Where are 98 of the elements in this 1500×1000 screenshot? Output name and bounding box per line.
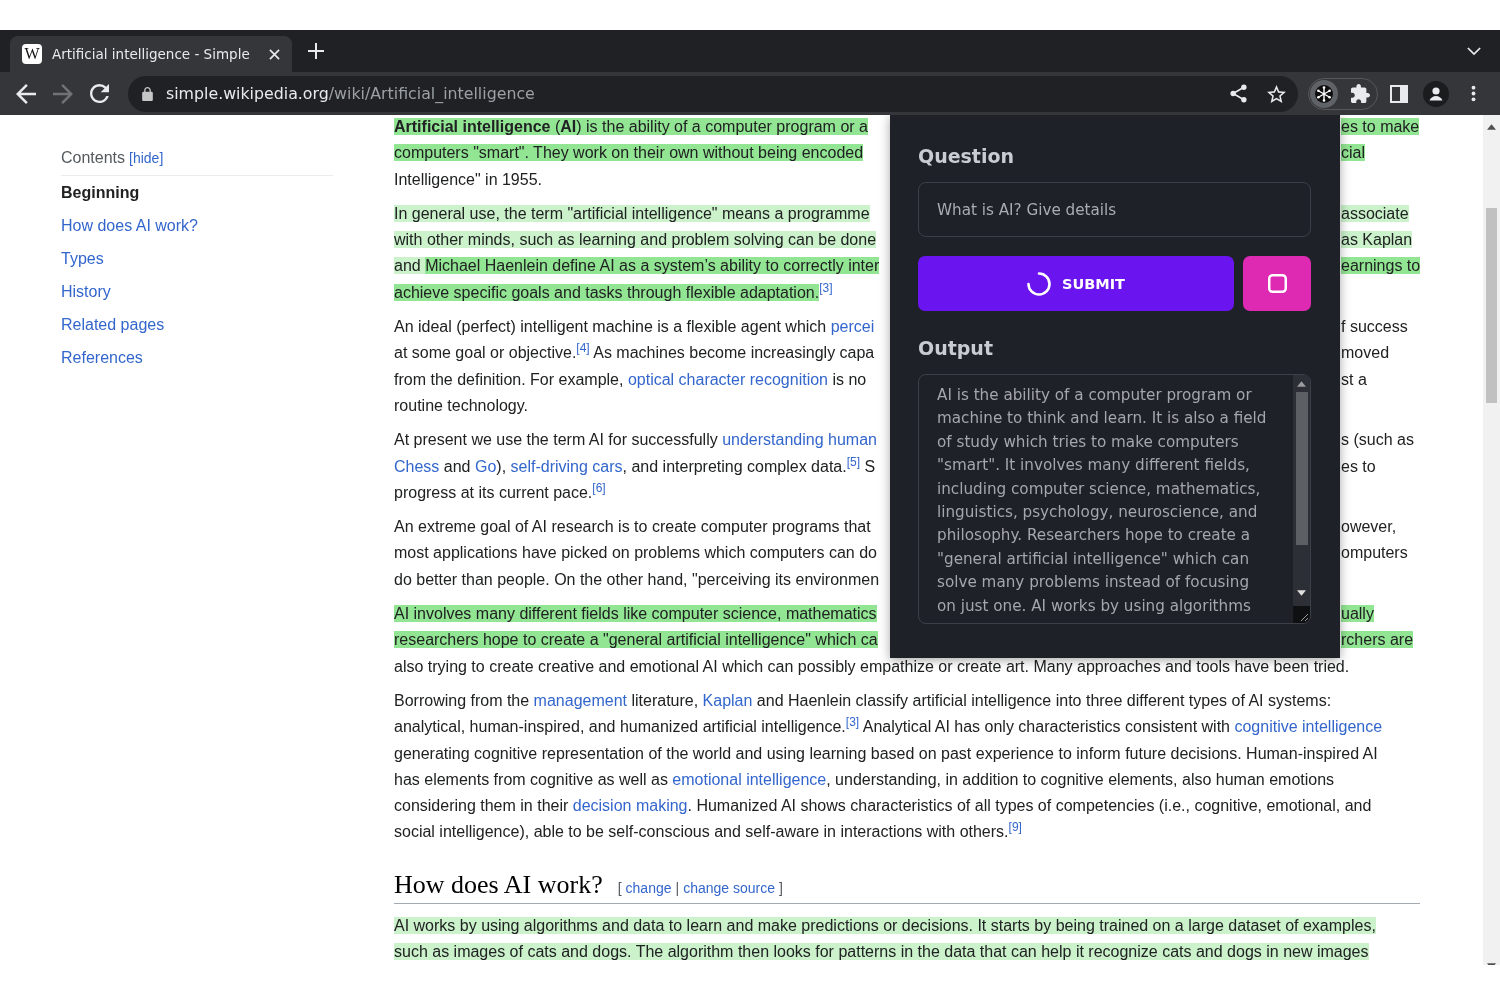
edit-link[interactable]: change	[625, 879, 672, 896]
article-link[interactable]: cognitive intelligence	[1234, 718, 1383, 736]
article-link[interactable]: emotional intelligence	[672, 770, 827, 788]
output-scrollbar[interactable]	[1293, 375, 1310, 623]
article-link[interactable]: understanding human	[722, 431, 877, 449]
caret-down-icon[interactable]	[1297, 590, 1306, 596]
paragraph-text: associate	[1341, 203, 1409, 224]
paragraph-text: do better than people. On the other hand, "perceiving its environmen	[394, 569, 880, 590]
lock-icon	[142, 86, 153, 101]
resize-handle-icon[interactable]	[1293, 606, 1310, 623]
puzzle-icon[interactable]	[1351, 84, 1370, 103]
paragraph-text: rchers are	[1341, 630, 1414, 651]
article-link[interactable]: Chess	[394, 457, 440, 475]
paragraph-text: earnings to	[1341, 256, 1421, 277]
side-panel-icon[interactable]	[1390, 84, 1408, 103]
bracket: [	[617, 879, 622, 896]
share-icon[interactable]	[1230, 84, 1247, 103]
toc-item[interactable]: References	[61, 341, 143, 374]
stop-icon	[1267, 274, 1287, 293]
paragraph-text: AI works by using algorithms and data to learn and make predictions or decisions. It starts by being trained on a large dataset of examples, such as images of cats and dogs. The algorithm then looks for patterns in the data that can help it recognize cats and dogs in new images	[394, 915, 1376, 962]
close-icon[interactable]	[269, 48, 280, 60]
bracket: ]	[779, 879, 783, 896]
toc-item[interactable]: History	[61, 275, 111, 308]
paragraph-text: AI involves many different fields like computer science, mathematics	[394, 604, 877, 625]
paragraph-text: routine technology.	[394, 395, 528, 416]
stop-button[interactable]	[1243, 256, 1311, 311]
caret-up-icon[interactable]	[1487, 124, 1496, 130]
footnote-link[interactable]: [3]	[845, 714, 860, 729]
submit-button[interactable]: SUBMIT	[918, 256, 1234, 311]
paragraph-text: st a	[1341, 369, 1367, 390]
paragraph-text: owever,	[1341, 517, 1397, 538]
page-scrollbar[interactable]	[1483, 115, 1500, 965]
paragraph-text: Artificial intelligence (AI) is the ability of a computer program or a	[394, 117, 868, 137]
footnote-link[interactable]: [3]	[819, 280, 833, 295]
contents-title: Contents	[61, 149, 126, 166]
paragraph-text: most applications have picked on problems which computers can do	[394, 543, 877, 564]
reload-icon[interactable]	[90, 84, 109, 103]
article-link[interactable]: optical character recognition	[627, 370, 828, 388]
chevron-down-icon[interactable]	[1467, 46, 1481, 56]
paragraph-text: Chess and Go), self-driving cars, and interpreting complex data.$^{[5]}$ S	[394, 453, 876, 477]
caret-up-icon[interactable]	[1297, 381, 1306, 387]
separator: |	[675, 879, 680, 896]
browser-tab[interactable]: W Artificial intelligence - Simple	[10, 36, 292, 72]
paragraph-text: f success	[1341, 317, 1408, 338]
footnote-link[interactable]: [6]	[592, 480, 606, 495]
plus-icon[interactable]	[308, 43, 324, 59]
output-label: Output	[918, 336, 993, 361]
paragraph-text: also trying to create creative and emotional AI which can possibly empathize or create art. Many approaches and tools have been tried.	[394, 656, 1350, 677]
paragraph-text: At present we use the term AI for successfully understanding human	[394, 430, 877, 451]
scroll-thumb[interactable]	[1295, 392, 1308, 545]
question-label: Question	[918, 144, 1015, 169]
paragraph-text: and Michael Haenlein define AI as a system’s ability to correctly inter	[394, 256, 880, 277]
paragraph-text: researchers hope to create a "general artificial intelligence" which ca	[394, 630, 878, 651]
paragraph-text: ually	[1341, 604, 1374, 625]
paragraph-text: es to	[1341, 456, 1376, 477]
paragraph-text: from the definition. For example, optical character recognition is no	[394, 369, 867, 390]
star-icon[interactable]	[1267, 84, 1286, 103]
footnote-link[interactable]: [4]	[576, 341, 590, 356]
menu-icon[interactable]	[1471, 85, 1476, 102]
paragraph-text: es to make	[1341, 117, 1420, 137]
toc-item[interactable]: Related pages	[61, 308, 165, 341]
paragraph-text: Borrowing from the management literature, Kaplan and Haenlein classify artificial intelligence into three different types of AI systems: analytical, human-inspired, and humanized artificial intelligence.$^{[3]}$ Analytical AI has only characteristics consistent with cognitive intelligence generating cognitive representation of the world and using learning based on past experience to inform future decisions. Human-inspired AI has elements from cognitive as well as emotional intelligence, understanding, in addition to cognitive elements, also human emotions considering them in their decision making. Humanized AI shows characteristics of all types of competencies (i.e., cognitive, emotional, and social intelligence), able to be self-conscious and self-aware in interactions with others.$^{[9]}$	[394, 690, 1383, 843]
toc-item[interactable]: How does AI work?	[61, 209, 198, 242]
edit-link[interactable]: change source	[683, 879, 775, 896]
profile-icon[interactable]	[1423, 80, 1449, 107]
paragraph-text: An ideal (perfect) intelligent machine is a flexible agent which percei	[394, 317, 875, 338]
footnote-link[interactable]: [5]	[846, 454, 861, 469]
paragraph-text: with other minds, such as learning and problem solving can be done	[394, 230, 877, 251]
article-link[interactable]: self-driving cars	[510, 457, 623, 475]
question-field[interactable]: What is AI? Give details	[918, 182, 1311, 237]
article-link[interactable]: management	[533, 691, 627, 709]
paragraph-text: as Kaplan	[1341, 230, 1413, 251]
toc-item[interactable]: Types	[61, 242, 104, 275]
back-arrow-icon[interactable]	[16, 83, 36, 104]
article-link[interactable]: Go	[474, 457, 497, 475]
paragraph-text: moved	[1341, 343, 1390, 364]
paragraph-text: cial	[1341, 143, 1365, 164]
site-favicon: W	[22, 44, 42, 64]
paragraph-text: computers "smart". They work on their own without being encoded	[394, 143, 864, 164]
section-heading: How does AI work?	[394, 868, 603, 901]
paragraph-text: progress at its current pace.$^{[6]}$	[394, 479, 606, 503]
paragraph-text: Intelligence" in 1955.	[394, 169, 542, 190]
paragraph-text: at some goal or objective.$^{[4]}$ As machines become increasingly capa	[394, 340, 875, 364]
article-link[interactable]: decision making	[572, 797, 688, 815]
paragraph-text: In general use, the term "artificial intelligence" means a programme	[394, 203, 870, 224]
address-bar[interactable]: simple.wikipedia.org/wiki/Artificial_intelligence	[128, 75, 1298, 112]
paragraph-text: s (such as	[1341, 430, 1414, 451]
hide-link[interactable]: [hide]	[129, 150, 164, 166]
article-link[interactable]: percei	[830, 318, 875, 336]
toc-item[interactable]: Beginning	[61, 176, 140, 209]
paragraph-text: omputers	[1341, 543, 1408, 564]
output-field[interactable]: AI is the ability of a computer program or machine to think and learn. It is also a field of study which tries to make computers "smart". It involves many different fields, including computer science, mathematics, linguistics, psychology, neuroscience, and philosophy. Researchers hope to create a "general artificial intelligence" which can solve many problems instead of focusing on just one. AI works by using algorithms	[918, 374, 1311, 624]
paragraph-text: An extreme goal of AI research is to create computer programs that	[394, 517, 871, 538]
snowflake-icon[interactable]	[1310, 79, 1338, 108]
scroll-thumb[interactable]	[1486, 208, 1497, 403]
spinner-icon	[1027, 271, 1051, 296]
article-link[interactable]: Kaplan	[702, 691, 753, 709]
footnote-link[interactable]: [9]	[1008, 820, 1022, 835]
